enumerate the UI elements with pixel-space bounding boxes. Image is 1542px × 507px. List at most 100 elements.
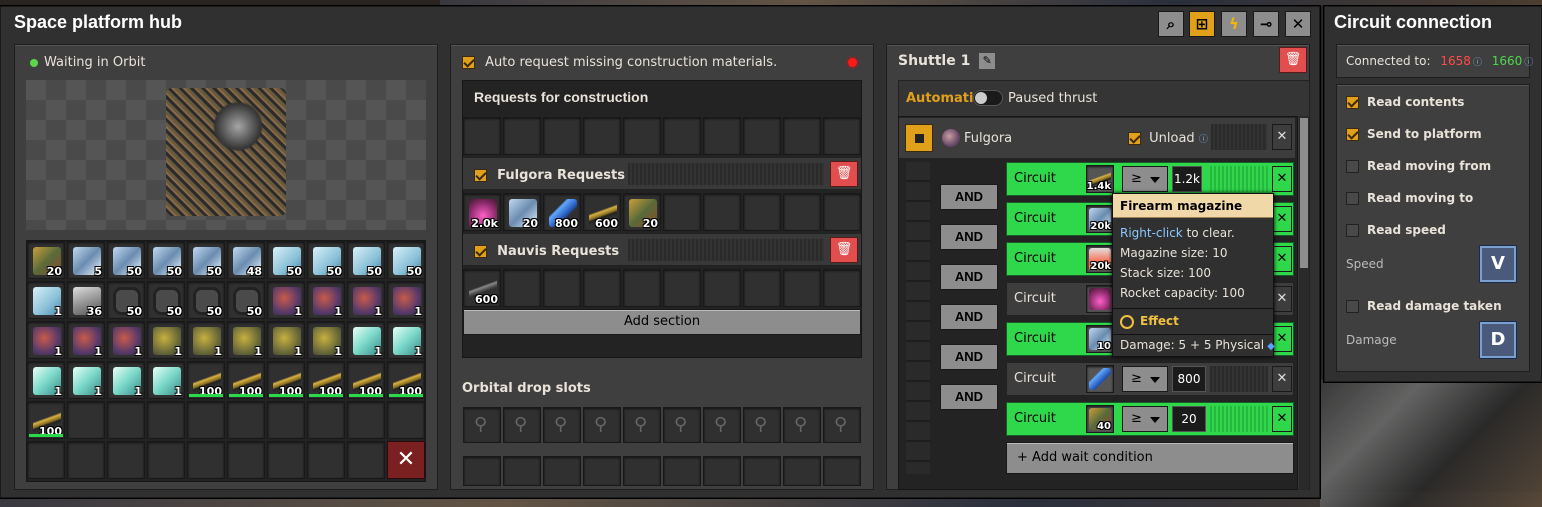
inventory-slot[interactable]: 1 bbox=[27, 281, 65, 319]
request-slot[interactable] bbox=[703, 117, 741, 155]
damage-signal-button[interactable]: D bbox=[1479, 321, 1517, 359]
inventory-slot[interactable]: 100 bbox=[227, 361, 265, 399]
condition-signal-slot[interactable]: 40 bbox=[1086, 405, 1114, 433]
inventory-slot[interactable] bbox=[67, 441, 105, 479]
condition-value-input[interactable]: 800 bbox=[1172, 366, 1206, 392]
add-wait-condition-button[interactable]: + Add wait condition bbox=[1006, 442, 1294, 474]
condition-signal-slot[interactable] bbox=[1086, 365, 1114, 393]
orbital-drop-slot[interactable] bbox=[823, 456, 861, 486]
inventory-slot[interactable]: 1 bbox=[147, 361, 185, 399]
inventory-slot[interactable] bbox=[227, 401, 265, 439]
remove-condition-button[interactable]: ✕ bbox=[1272, 246, 1292, 272]
nauvis-request-slot[interactable] bbox=[703, 269, 741, 307]
paused-thrust-toggle[interactable] bbox=[973, 90, 1003, 106]
inventory-slot[interactable]: 1 bbox=[27, 321, 65, 359]
read-speed-checkbox[interactable] bbox=[1346, 224, 1359, 237]
comparator-dropdown[interactable]: ≥ bbox=[1122, 366, 1168, 392]
read-contents-row[interactable]: Read contents bbox=[1346, 95, 1464, 109]
inventory-slot[interactable] bbox=[267, 401, 305, 439]
inventory-slot[interactable]: 50 bbox=[227, 281, 265, 319]
and-or-toggle-button[interactable]: AND bbox=[940, 184, 998, 210]
inventory-slot[interactable]: 50 bbox=[147, 281, 185, 319]
unload-row[interactable]: Unload ⓘ bbox=[1128, 131, 1208, 146]
inventory-slot[interactable]: 48 bbox=[227, 241, 265, 279]
condition-type-label[interactable]: Circuit bbox=[1014, 211, 1056, 226]
inventory-slot[interactable] bbox=[107, 401, 145, 439]
request-slot[interactable] bbox=[543, 117, 581, 155]
nauvis-request-slot[interactable] bbox=[783, 269, 821, 307]
fulgora-section-title[interactable]: Fulgora Requests ✎ bbox=[474, 167, 652, 183]
inventory-slot[interactable]: 50 bbox=[347, 241, 385, 279]
read-moving-to-checkbox[interactable] bbox=[1346, 192, 1359, 205]
nauvis-request-slot[interactable] bbox=[743, 269, 781, 307]
orbital-drop-slot[interactable]: ⚲ bbox=[543, 407, 581, 443]
unload-checkbox[interactable] bbox=[1128, 132, 1141, 145]
inventory-slot[interactable] bbox=[147, 441, 185, 479]
and-or-toggle-button[interactable]: AND bbox=[940, 344, 998, 370]
request-slot[interactable] bbox=[623, 117, 661, 155]
scrollbar-thumb[interactable] bbox=[1300, 118, 1308, 268]
trash-button[interactable]: ✕ bbox=[387, 441, 425, 479]
remove-condition-button[interactable]: ✕ bbox=[1272, 366, 1292, 392]
orbital-drop-slot[interactable] bbox=[743, 456, 781, 486]
condition-signal-slot[interactable]: 10 bbox=[1086, 325, 1114, 353]
delete-nauvis-section[interactable]: 🗑 bbox=[830, 237, 858, 263]
orbital-drop-slot[interactable]: ⚲ bbox=[703, 407, 741, 443]
logistics-button[interactable]: ⊞ bbox=[1189, 11, 1215, 37]
speed-signal-button[interactable]: V bbox=[1479, 245, 1517, 283]
condition-type-label[interactable]: Circuit bbox=[1014, 331, 1056, 346]
inventory-slot[interactable]: 100 bbox=[347, 361, 385, 399]
request-slot[interactable] bbox=[663, 117, 701, 155]
inventory-slot[interactable]: 1 bbox=[147, 321, 185, 359]
nauvis-request-slot[interactable] bbox=[663, 269, 701, 307]
request-slot[interactable] bbox=[503, 117, 541, 155]
fulgora-request-slot[interactable]: 20 bbox=[623, 193, 661, 231]
request-slot[interactable] bbox=[823, 117, 861, 155]
inventory-slot[interactable]: 1 bbox=[107, 361, 145, 399]
inventory-slot[interactable]: 50 bbox=[107, 281, 145, 319]
nauvis-request-slot[interactable] bbox=[543, 269, 581, 307]
inventory-slot[interactable] bbox=[227, 441, 265, 479]
request-slot[interactable] bbox=[583, 117, 621, 155]
fulgora-request-slot[interactable]: 2.0k bbox=[463, 193, 501, 231]
inventory-slot[interactable]: 100 bbox=[387, 361, 425, 399]
condition-type-label[interactable]: Circuit bbox=[1014, 371, 1056, 386]
remove-station-button[interactable]: ✕ bbox=[1272, 124, 1292, 150]
close-window-button[interactable]: ✕ bbox=[1285, 11, 1311, 37]
inventory-slot[interactable] bbox=[267, 441, 305, 479]
read-damage-checkbox[interactable] bbox=[1346, 300, 1359, 313]
search-button[interactable]: ⌕ bbox=[1158, 11, 1184, 37]
comparator-dropdown[interactable]: ≥ bbox=[1122, 166, 1168, 192]
inventory-slot[interactable] bbox=[307, 441, 345, 479]
request-slot[interactable] bbox=[463, 117, 501, 155]
inventory-slot[interactable] bbox=[387, 401, 425, 439]
condition-signal-slot[interactable]: 20k bbox=[1086, 205, 1114, 233]
orbital-drop-slot[interactable] bbox=[703, 456, 741, 486]
inventory-slot[interactable] bbox=[147, 401, 185, 439]
remove-condition-button[interactable]: ✕ bbox=[1272, 166, 1292, 192]
request-slot[interactable] bbox=[743, 117, 781, 155]
and-or-toggle-button[interactable]: AND bbox=[940, 384, 998, 410]
fulgora-request-slot[interactable] bbox=[743, 193, 781, 231]
and-or-toggle-button[interactable]: AND bbox=[940, 264, 998, 290]
inventory-slot[interactable] bbox=[107, 441, 145, 479]
inventory-slot[interactable]: 1 bbox=[227, 321, 265, 359]
read-moving-from-row[interactable]: Read moving from bbox=[1346, 159, 1491, 173]
inventory-slot[interactable]: 1 bbox=[307, 321, 345, 359]
send-platform-checkbox[interactable] bbox=[1346, 128, 1359, 141]
inventory-slot[interactable]: 50 bbox=[387, 241, 425, 279]
and-or-toggle-button[interactable]: AND bbox=[940, 304, 998, 330]
orbital-drop-slot[interactable]: ⚲ bbox=[743, 407, 781, 443]
inventory-slot[interactable]: 50 bbox=[267, 241, 305, 279]
fulgora-request-slot[interactable] bbox=[663, 193, 701, 231]
condition-type-label[interactable]: Circuit bbox=[1014, 291, 1056, 306]
fulgora-request-slot[interactable]: 600 bbox=[583, 193, 621, 231]
inventory-slot[interactable]: 50 bbox=[187, 241, 225, 279]
inventory-slot[interactable]: 1 bbox=[347, 281, 385, 319]
request-slot[interactable] bbox=[783, 117, 821, 155]
inventory-slot[interactable] bbox=[347, 401, 385, 439]
fulgora-request-slot[interactable]: 800 bbox=[543, 193, 581, 231]
inventory-slot[interactable] bbox=[347, 441, 385, 479]
inventory-slot[interactable]: 1 bbox=[187, 321, 225, 359]
inventory-slot[interactable]: 1 bbox=[387, 321, 425, 359]
